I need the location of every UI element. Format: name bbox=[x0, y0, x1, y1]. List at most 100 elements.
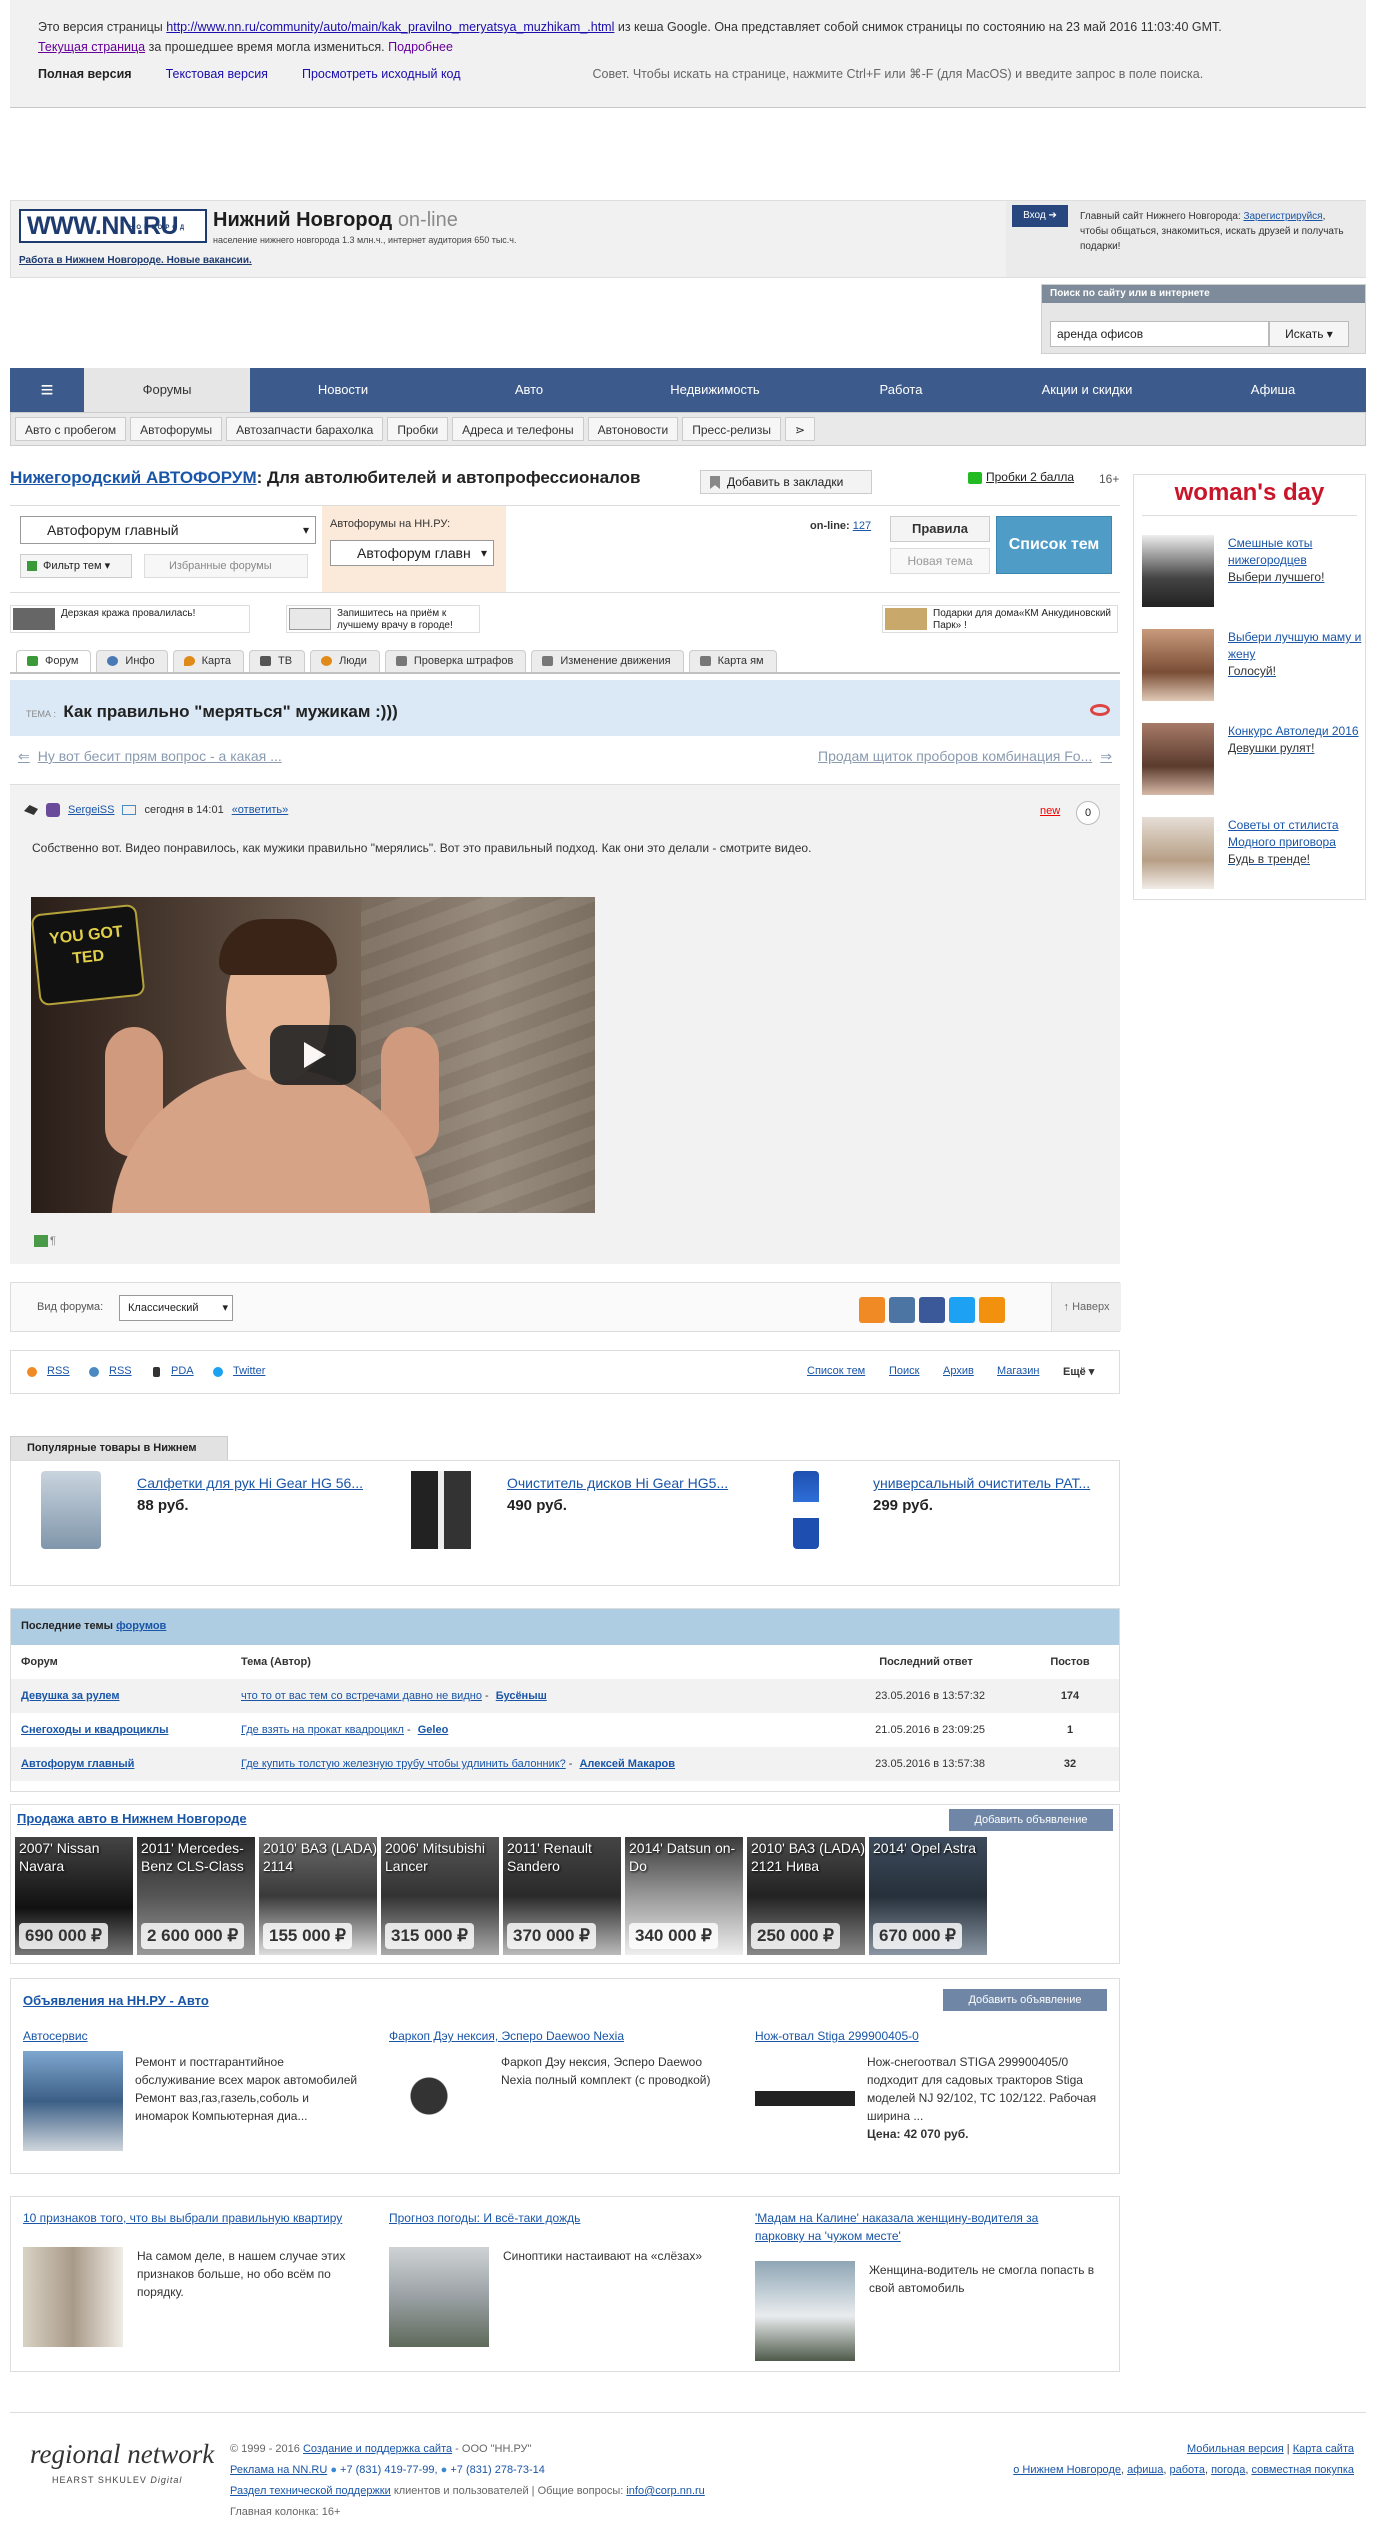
footer-link[interactable]: работа bbox=[1170, 2464, 1205, 2476]
subnav-item[interactable]: Пробки bbox=[387, 417, 449, 441]
tab-tv[interactable]: ТВ bbox=[249, 650, 306, 672]
more-link[interactable]: Подробнее bbox=[388, 40, 453, 54]
product-name[interactable]: Салфетки для рук Hi Gear HG 56... bbox=[137, 1475, 363, 1491]
nav-item-news[interactable]: Новости bbox=[250, 368, 436, 412]
car-card[interactable]: 2014' Opel Astra 670 000 ₽ bbox=[869, 1837, 987, 1955]
promo-banner[interactable]: Дерзкая кража провалилась! bbox=[10, 605, 250, 633]
search-link[interactable]: Поиск bbox=[889, 1365, 919, 1377]
promo-banner[interactable]: Подарки для дома«КМ Анкудиновский Парк» … bbox=[882, 605, 1118, 633]
ad-card[interactable]: Фаркоп Дэу нексия, Эсперо Daewoo Nexia Ф… bbox=[389, 2029, 739, 2169]
post-rating[interactable]: 0 bbox=[1076, 801, 1100, 825]
prev-topic-link[interactable]: ⇐ Ну вот бесит прям вопрос - а какая ... bbox=[18, 748, 282, 765]
topic-link[interactable]: Где купить толстую железную трубу чтобы … bbox=[241, 1758, 566, 1770]
share-lj-icon[interactable] bbox=[859, 1297, 885, 1323]
nav-item-afisha[interactable]: Афиша bbox=[1180, 368, 1366, 412]
car-card[interactable]: 2011' Renault Sandero 370 000 ₽ bbox=[503, 1837, 621, 1955]
news-title[interactable]: 'Мадам на Калине' наказала женщину-водит… bbox=[755, 2209, 1085, 2245]
pda-link[interactable]: PDA bbox=[171, 1365, 194, 1377]
topic-link[interactable]: Где взять на прокат квадроцикл bbox=[241, 1724, 404, 1736]
sidebar-item[interactable]: Конкурс Автоледи 2016 Девушки рулят! bbox=[1142, 723, 1362, 803]
footer-link[interactable]: о Нижнем Новгороде bbox=[1013, 2464, 1121, 2476]
author-link[interactable]: Geleo bbox=[418, 1724, 449, 1736]
nav-item-forums[interactable]: Форумы bbox=[84, 368, 250, 412]
rules-button[interactable]: Правила bbox=[890, 516, 990, 542]
sidebar-item[interactable]: Советы от стилиста Модного приговора Будь… bbox=[1142, 817, 1362, 897]
twitter-link[interactable]: Twitter bbox=[233, 1365, 265, 1377]
nav-item-sales[interactable]: Акции и скидки bbox=[994, 368, 1180, 412]
footer-link[interactable]: афиша bbox=[1127, 2464, 1163, 2476]
sidebar-link[interactable]: Конкурс Автоледи 2016 Девушки рулят! bbox=[1228, 723, 1364, 757]
auto-sale-title[interactable]: Продажа авто в Нижнем Новгороде bbox=[17, 1811, 247, 1826]
car-card[interactable]: 2014' Datsun on-Do 340 000 ₽ bbox=[625, 1837, 743, 1955]
car-card[interactable]: 2010' ВАЗ (LADA) 2114 155 000 ₽ bbox=[259, 1837, 377, 1955]
author-link[interactable]: Алексей Макаров bbox=[579, 1758, 675, 1770]
womansday-logo[interactable]: woman's day bbox=[1134, 479, 1365, 507]
subnav-item[interactable]: Пресс-релизы bbox=[682, 417, 781, 441]
tab-people[interactable]: Люди bbox=[310, 650, 380, 672]
sidebar-link[interactable]: Советы от стилиста Модного приговора Будь… bbox=[1228, 817, 1364, 868]
news-title[interactable]: 10 признаков того, что вы выбрали правил… bbox=[23, 2209, 383, 2227]
product-card[interactable]: универсальный очиститель PAT... 299 руб. bbox=[757, 1469, 1117, 1579]
product-card[interactable]: Очиститель дисков Hi Gear HG5... 490 руб… bbox=[391, 1469, 751, 1579]
author-link[interactable]: SergeiSS bbox=[68, 804, 114, 816]
sidebar-link[interactable]: Выбери лучшую маму и жену Голосуй! bbox=[1228, 629, 1364, 680]
phone-link[interactable]: +7 (831) 419-77-99, bbox=[340, 2464, 438, 2476]
view-select[interactable]: Классический bbox=[119, 1295, 233, 1321]
nav-item-auto[interactable]: Авто bbox=[436, 368, 622, 412]
traffic-link[interactable]: Пробки 2 балла bbox=[968, 470, 1074, 484]
online-link[interactable]: 127 bbox=[853, 520, 871, 532]
forum-select[interactable]: Автофорум главный bbox=[20, 516, 316, 544]
plus-icon[interactable] bbox=[34, 1235, 48, 1248]
subnav-item[interactable]: Автозапчасти барахолка bbox=[226, 417, 384, 441]
nav-item-jobs[interactable]: Работа bbox=[808, 368, 994, 412]
ad-title[interactable]: Нож-отвал Stiga 299900405-0 bbox=[755, 2029, 1105, 2043]
ad-card[interactable]: Автосервис Ремонт и постгарантийное обсл… bbox=[23, 2029, 373, 2169]
car-card[interactable]: 2007' Nissan Navara 690 000 ₽ bbox=[15, 1837, 133, 1955]
add-ad-button[interactable]: Добавить объявление bbox=[943, 1989, 1107, 2011]
product-name[interactable]: Очиститель дисков Hi Gear HG5... bbox=[507, 1475, 728, 1491]
jobs-link[interactable]: Работа в Нижнем Новгороде. Новые ваканси… bbox=[19, 255, 252, 266]
topics-list-link[interactable]: Список тем bbox=[807, 1365, 865, 1377]
search-input[interactable]: аренда офисов bbox=[1050, 321, 1269, 347]
tab-map[interactable]: Карта bbox=[172, 650, 245, 672]
register-link[interactable]: Зарегистрируйся bbox=[1243, 211, 1322, 222]
bookmark-button[interactable]: Добавить в закладки bbox=[700, 470, 872, 494]
archive-link[interactable]: Архив bbox=[943, 1365, 974, 1377]
phone-link[interactable]: +7 (831) 278-73-14 bbox=[450, 2464, 544, 2476]
topic-link[interactable]: что то от вас тем со встречами давно не … bbox=[241, 1690, 482, 1702]
forums-link[interactable]: форумов bbox=[116, 1620, 166, 1632]
next-topic-link[interactable]: Продам щиток проборов комбинация Fo... ⇒ bbox=[818, 748, 1112, 765]
nav-item-realty[interactable]: Недвижимость bbox=[622, 368, 808, 412]
current-page-link[interactable]: Текущая страница bbox=[38, 40, 145, 54]
filter-button[interactable]: Фильтр тем ▾ bbox=[20, 554, 132, 578]
share-ok-icon[interactable] bbox=[979, 1297, 1005, 1323]
sitemap-link[interactable]: Карта сайта bbox=[1293, 2443, 1354, 2455]
author-link[interactable]: Бусёныш bbox=[496, 1690, 547, 1702]
product-card[interactable]: Салфетки для рук Hi Gear HG 56... 88 руб… bbox=[21, 1469, 381, 1579]
news-card[interactable]: 10 признаков того, что вы выбрали правил… bbox=[23, 2209, 383, 2369]
favorites-button[interactable]: Избранные форумы bbox=[144, 554, 308, 578]
car-card[interactable]: 2011' Mercedes-Benz CLS-Class 2 600 000 ₽ bbox=[137, 1837, 255, 1955]
email-link[interactable]: info@corp.nn.ru bbox=[626, 2485, 704, 2497]
subnav-item[interactable]: Авто с пробегом bbox=[15, 417, 127, 441]
more-menu[interactable]: Ещё ▾ bbox=[1063, 1365, 1094, 1378]
promo-banner[interactable]: Запишитесь на приём к лучшему врачу в го… bbox=[286, 605, 480, 633]
to-top-button[interactable]: ↑ Наверх bbox=[1051, 1283, 1121, 1331]
news-card[interactable]: Прогноз погоды: И всё-таки дождь Синопти… bbox=[389, 2209, 749, 2369]
sidebar-item[interactable]: Смешные коты нижегородцев Выбери лучшего! bbox=[1142, 535, 1362, 615]
new-topic-button[interactable]: Новая тема bbox=[890, 548, 990, 574]
product-name[interactable]: универсальный очиститель PAT... bbox=[873, 1475, 1090, 1491]
forum-title-link[interactable]: Нижегородский АВТОФОРУМ bbox=[10, 468, 257, 487]
support-link[interactable]: Раздел технической поддержки bbox=[230, 2485, 391, 2497]
sidebar-link[interactable]: Смешные коты нижегородцев Выбери лучшего! bbox=[1228, 535, 1364, 586]
avatar[interactable] bbox=[46, 803, 60, 817]
topics-list-button[interactable]: Список тем bbox=[996, 516, 1112, 574]
play-icon[interactable] bbox=[270, 1025, 356, 1085]
sidebar-item[interactable]: Выбери лучшую маму и жену Голосуй! bbox=[1142, 629, 1362, 709]
nn-forums-select[interactable]: Автофорум главн bbox=[330, 540, 494, 566]
ad-card[interactable]: Нож-отвал Stiga 299900405-0 Нож-снегоотв… bbox=[755, 2029, 1105, 2169]
subnav-item[interactable]: Автофорумы bbox=[130, 417, 223, 441]
ad-title[interactable]: Фаркоп Дэу нексия, Эсперо Daewoo Nexia bbox=[389, 2029, 739, 2043]
mail-icon[interactable] bbox=[122, 805, 137, 815]
reply-link[interactable]: «ответить» bbox=[232, 804, 289, 816]
